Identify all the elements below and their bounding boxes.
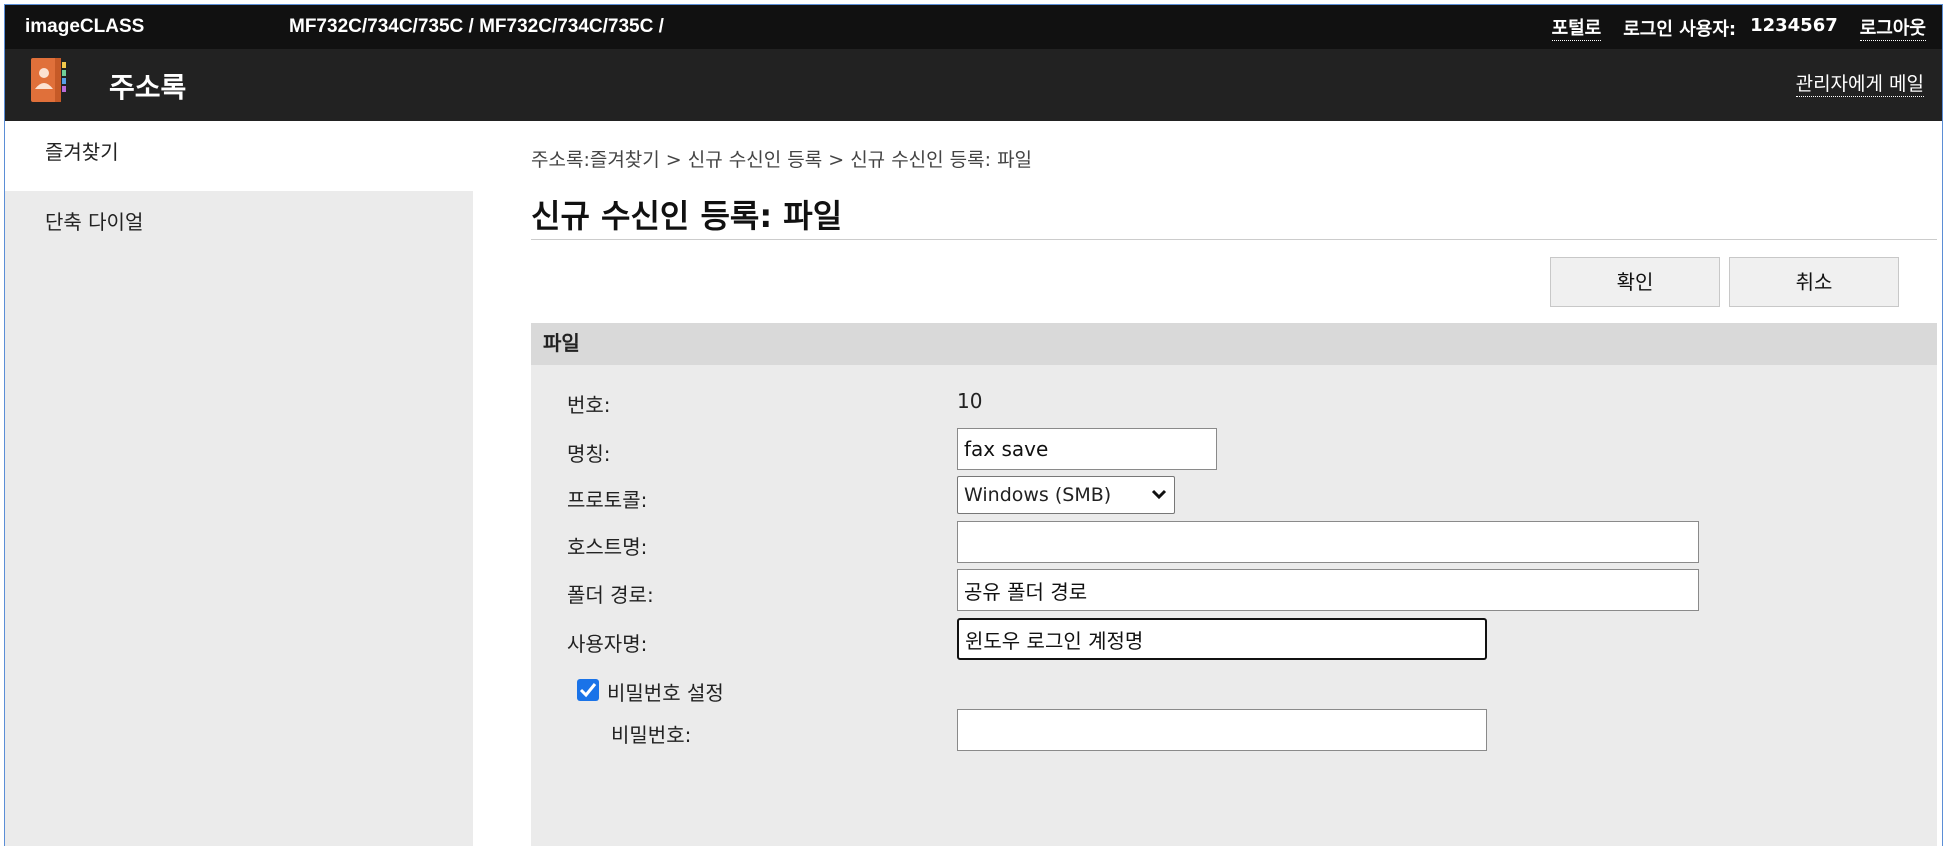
username-input[interactable] xyxy=(957,618,1487,660)
protocol-select[interactable]: Windows (SMB) xyxy=(957,476,1175,514)
user-label: 사용자명: xyxy=(567,632,648,656)
protocol-label: 프로토콜: xyxy=(567,488,648,512)
password-input[interactable] xyxy=(957,709,1487,751)
login-user-id: 1234567 xyxy=(1750,14,1838,36)
folder-row: 폴더 경로: xyxy=(531,569,1937,615)
name-input[interactable] xyxy=(957,428,1217,470)
page-app-title: 주소록 xyxy=(109,71,187,104)
page-title: 신규 수신인 등록: 파일 xyxy=(531,197,843,235)
logout-link[interactable]: 로그아웃 xyxy=(1859,14,1926,41)
number-row: 번호: 10 xyxy=(531,379,1937,425)
portal-link[interactable]: 포털로 xyxy=(1551,14,1602,41)
sidebar-item-favorites[interactable]: 즐겨찾기 xyxy=(5,121,473,191)
title-divider xyxy=(531,239,1937,240)
top-bar: imageCLASS MF732C/734C/735C / MF732C/734… xyxy=(5,5,1942,49)
protocol-selected-value: Windows (SMB) xyxy=(964,484,1112,506)
device-model: MF732C/734C/735C / MF732C/734C/735C / xyxy=(289,16,664,37)
number-label: 번호: xyxy=(567,393,611,417)
protocol-row: 프로토콜: Windows (SMB) xyxy=(531,474,1937,520)
ok-button[interactable]: 확인 xyxy=(1550,257,1720,307)
login-label: 로그인 사용자: xyxy=(1623,18,1737,40)
folder-label: 폴더 경로: xyxy=(567,583,654,607)
name-label: 명칭: xyxy=(567,442,611,466)
breadcrumb: 주소록:즐겨찾기 > 신규 수신인 등록 > 신규 수신인 등록: 파일 xyxy=(531,149,1033,171)
sidebar: 즐겨찾기 단축 다이얼 xyxy=(5,121,473,846)
sidebar-item-speed-dial[interactable]: 단축 다이얼 xyxy=(5,191,473,261)
password-label: 비밀번호: xyxy=(611,723,692,747)
number-value: 10 xyxy=(957,389,983,413)
brand-label: imageCLASS xyxy=(25,16,145,37)
cancel-button[interactable]: 취소 xyxy=(1729,257,1899,307)
host-label: 호스트명: xyxy=(567,535,648,559)
chevron-down-icon xyxy=(1151,489,1167,500)
password-checkbox-label: 비밀번호 설정 xyxy=(607,681,724,705)
address-book-icon xyxy=(31,58,66,102)
host-input[interactable] xyxy=(957,521,1699,563)
app-title-bar: 주소록 관리자에게 메일 xyxy=(5,49,1942,121)
top-bar-actions: 포털로 로그인 사용자: 1234567 로그아웃 xyxy=(1551,14,1926,41)
password-checkbox[interactable] xyxy=(577,679,599,701)
mail-admin-link[interactable]: 관리자에게 메일 xyxy=(1795,69,1924,97)
user-row: 사용자명: xyxy=(531,618,1937,664)
checkmark-icon xyxy=(579,683,597,698)
name-row: 명칭: xyxy=(531,428,1937,474)
host-row: 호스트명: xyxy=(531,521,1937,567)
panel-header: 파일 xyxy=(531,323,1937,365)
folder-path-input[interactable] xyxy=(957,569,1699,611)
password-row: 비밀번호: xyxy=(531,709,1937,755)
main-content: 주소록:즐겨찾기 > 신규 수신인 등록 > 신규 수신인 등록: 파일 신규 … xyxy=(473,121,1942,846)
login-user-info: 로그인 사용자: 1234567 xyxy=(1623,15,1838,41)
browser-frame: imageCLASS MF732C/734C/735C / MF732C/734… xyxy=(4,4,1943,846)
file-settings-panel: 파일 번호: 10 명칭: 프로토콜: Windows (SMB) 호 xyxy=(531,323,1937,846)
